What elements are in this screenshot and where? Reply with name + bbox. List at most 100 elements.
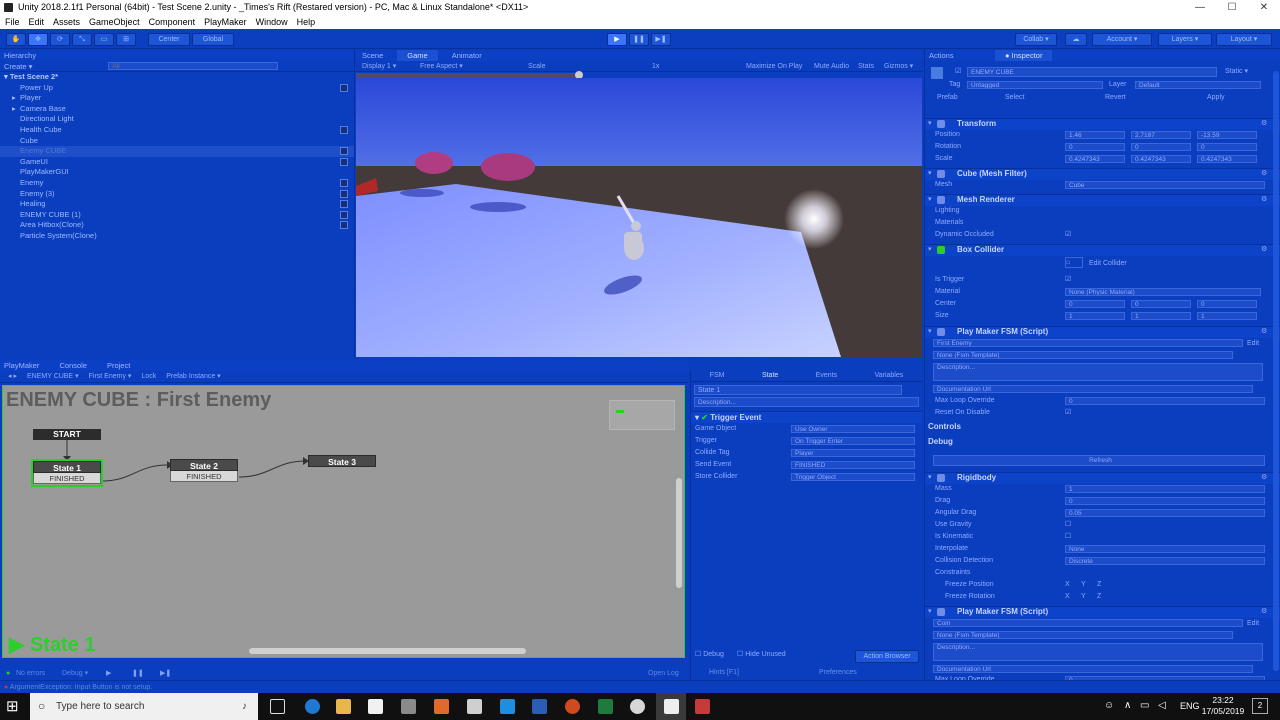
network-icon[interactable]: ▭ <box>1140 700 1149 711</box>
snipping-tool-icon[interactable] <box>467 699 482 714</box>
taskbar-search-box[interactable]: ○ Type here to search ♪ <box>30 693 258 720</box>
size-1-field[interactable]: 1 <box>1131 312 1191 320</box>
hierarchy-item[interactable]: GameUI <box>0 157 354 168</box>
mesh-value[interactable]: Cube <box>1065 181 1265 189</box>
hierarchy-item[interactable]: Particle System(Clone) <box>0 231 354 242</box>
action-browser-button[interactable]: Action Browser <box>855 650 919 663</box>
menu-gameobject[interactable]: GameObject <box>89 15 140 29</box>
freeze-1-1-checkbox[interactable]: Y <box>1081 592 1086 602</box>
transform-settings-icon[interactable]: ⚙ <box>1261 119 1267 129</box>
state-node-1-event[interactable]: FINISHED <box>33 473 101 484</box>
playmaker-badge-icon[interactable] <box>340 200 348 209</box>
playmaker-badge-icon[interactable] <box>340 157 348 166</box>
prefab-apply-button[interactable]: Apply <box>1207 93 1225 103</box>
lock-toggle[interactable]: Lock <box>141 371 156 382</box>
rigidbody-2-value[interactable]: 0.05 <box>1065 509 1265 517</box>
playmaker-badge-icon[interactable] <box>340 147 348 156</box>
hierarchy-item[interactable]: Enemy CUBE <box>0 146 354 157</box>
playmaker-badge-icon[interactable] <box>340 83 348 92</box>
game-viewport[interactable] <box>356 78 922 357</box>
transform-1-y-field[interactable]: 0 <box>1131 143 1191 151</box>
state-description-field[interactable]: Description... <box>694 397 919 407</box>
action-field-value[interactable]: Use Owner <box>791 425 915 433</box>
tab-events[interactable]: Events <box>816 370 837 381</box>
debug-pause-icon[interactable]: ❚❚ <box>132 667 144 680</box>
tab-actions[interactable]: Actions <box>929 51 954 60</box>
prefab-instance-dropdown[interactable]: Prefab Instance ▾ <box>166 371 221 382</box>
no-errors-label[interactable]: No errors <box>16 667 45 680</box>
freeze-0-2-checkbox[interactable]: Z <box>1097 580 1101 590</box>
fsm1-description-field[interactable]: Description... <box>933 363 1263 381</box>
menu-playmaker[interactable]: PlayMaker <box>204 15 247 29</box>
expand-arrow-icon[interactable]: ▸ <box>12 93 20 104</box>
action-field-value[interactable]: On Trigger Enter <box>791 437 915 445</box>
stats-toggle[interactable]: Stats <box>858 61 874 72</box>
visual-studio-icon[interactable] <box>500 699 515 714</box>
fsm1-edit-button[interactable]: Edit <box>1247 339 1259 349</box>
hierarchy-item[interactable]: Enemy <box>0 178 354 189</box>
collider-material-value[interactable]: None (Physic Material) <box>1065 288 1261 296</box>
hand-tool-icon[interactable]: ✋ <box>6 33 26 46</box>
playmaker-badge-icon[interactable] <box>340 221 348 230</box>
account-dropdown[interactable]: Account ▾ <box>1092 33 1152 46</box>
constraints-foldout[interactable]: Constraints <box>935 568 970 578</box>
hierarchy-create-button[interactable]: Create ▾ <box>4 61 32 72</box>
fsm2-doc-url-field[interactable]: Documentation Url <box>933 665 1253 673</box>
rigidbody-fold-icon[interactable]: ▾ <box>928 473 932 483</box>
tab-playmaker[interactable]: PlayMaker <box>4 360 39 371</box>
playmaker-badge-icon[interactable] <box>340 210 348 219</box>
transform-0-y-field[interactable]: 2.7187 <box>1131 131 1191 139</box>
hierarchy-item[interactable]: Area Hitbox(Clone) <box>0 220 354 231</box>
prefab-revert-button[interactable]: Revert <box>1105 93 1126 103</box>
inspector-scrollbar[interactable] <box>1273 71 1279 671</box>
transform-2-z-field[interactable]: 0.4247343 <box>1197 155 1257 163</box>
tab-console[interactable]: Console <box>59 360 87 371</box>
edge-browser-icon[interactable] <box>305 699 320 714</box>
close-button[interactable]: ✕ <box>1248 0 1280 15</box>
freeze-1-2-checkbox[interactable]: Z <box>1097 592 1101 602</box>
transform-2-y-field[interactable]: 0.4247343 <box>1131 155 1191 163</box>
language-indicator[interactable]: ENG <box>1180 701 1200 711</box>
open-log-button[interactable]: Open Log <box>648 667 679 680</box>
transform-0-z-field[interactable]: -13.59 <box>1197 131 1257 139</box>
fsm1-debug-foldout[interactable]: Debug <box>928 437 953 446</box>
transform-0-x-field[interactable]: 1.46 <box>1065 131 1125 139</box>
display-dropdown[interactable]: Display 1 ▾ <box>362 61 396 72</box>
hints-button[interactable]: Hints [F1] <box>709 669 739 676</box>
menu-edit[interactable]: Edit <box>29 15 45 29</box>
state-name-field[interactable]: State 1 <box>694 385 902 395</box>
hierarchy-item[interactable]: Power Up <box>0 83 354 94</box>
action-enabled-icon[interactable]: ✔ <box>701 413 708 422</box>
debug-play-icon[interactable]: ▶ <box>106 667 111 680</box>
rigidbody-settings-icon[interactable]: ⚙ <box>1261 473 1267 483</box>
active-checkbox[interactable]: ☑ <box>955 67 961 77</box>
action-field-value[interactable]: Player <box>791 449 915 457</box>
rigidbody-0-value[interactable]: 1 <box>1065 485 1265 493</box>
rigidbody-1-value[interactable]: 0 <box>1065 497 1265 505</box>
playmaker-badge-icon[interactable] <box>340 178 348 187</box>
preferences-button[interactable]: Preferences <box>819 669 857 676</box>
itunes-icon[interactable] <box>630 699 645 714</box>
playmaker-fsm-1-settings-icon[interactable]: ⚙ <box>1261 327 1267 337</box>
playmaker-fsm-1-fold-icon[interactable]: ▾ <box>928 327 932 337</box>
pause-icon[interactable]: ❚❚ <box>629 33 649 46</box>
maximize-button[interactable]: ☐ <box>1216 0 1248 15</box>
state-node-2-event[interactable]: FINISHED <box>170 471 238 482</box>
box-collider-settings-icon[interactable]: ⚙ <box>1261 245 1267 255</box>
gizmos-dropdown[interactable]: Gizmos ▾ <box>884 61 913 72</box>
hierarchy-item[interactable]: ▸ Player <box>0 93 354 104</box>
collab-button[interactable]: Collab ▾ <box>1015 33 1057 46</box>
fsm2-description-field[interactable]: Description... <box>933 643 1263 661</box>
move-tool-icon[interactable]: ✥ <box>28 33 48 46</box>
fsm2-template-field[interactable]: None (Fsm Template) <box>933 631 1233 639</box>
scene-root[interactable]: ▾ Test Scene 2* <box>0 72 354 83</box>
hierarchy-item[interactable]: ENEMY CUBE (1) <box>0 210 354 221</box>
volume-icon[interactable]: ◁ <box>1158 700 1166 711</box>
tab-state[interactable]: State <box>762 370 778 381</box>
hierarchy-item[interactable]: Enemy (3) <box>0 189 354 200</box>
mesh-filter-fold-icon[interactable]: ▾ <box>928 169 932 179</box>
hierarchy-item[interactable]: Healing <box>0 199 354 210</box>
transform-tool-icon[interactable]: ⊞ <box>116 33 136 46</box>
minimize-button[interactable]: — <box>1184 0 1216 15</box>
dynamic-occluded-checkbox[interactable]: ☑ <box>1065 230 1071 240</box>
